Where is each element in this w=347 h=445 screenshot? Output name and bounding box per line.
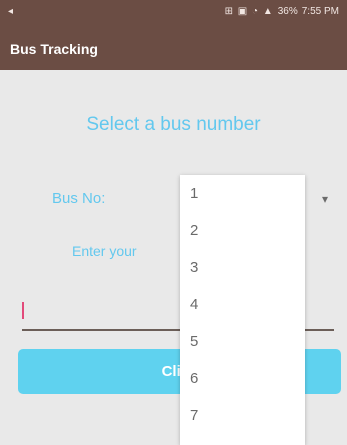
dropdown-option-6[interactable]: 6	[180, 360, 305, 397]
page-heading: Select a bus number	[86, 114, 261, 135]
status-icons: ⊞ ▣ ◔ ▲	[224, 6, 274, 17]
dropdown-option-7[interactable]: 7	[180, 397, 305, 434]
dropdown-option-2[interactable]: 2	[180, 212, 305, 249]
clock: 7:55 PM	[301, 6, 339, 17]
notification-icon: ◂	[8, 6, 14, 17]
dropdown-option-4[interactable]: 4	[180, 286, 305, 323]
bus-number-dropdown[interactable]: 1 2 3 4 5 6 7	[180, 175, 305, 445]
dropdown-option-1[interactable]: 1	[180, 175, 305, 212]
app-title: Bus Tracking	[10, 41, 98, 57]
app-bar: Bus Tracking	[0, 30, 347, 70]
bus-number-label: Bus No:	[52, 190, 106, 207]
battery-percent: 36%	[277, 6, 298, 17]
chevron-down-icon[interactable]: ▾	[322, 192, 328, 206]
dropdown-option-5[interactable]: 5	[180, 323, 305, 360]
enter-label: Enter your	[72, 243, 137, 259]
status-indicators: ⊞ ▣ ◔ ▲ 36% 7:55 PM	[225, 6, 339, 17]
status-bar: ◂ ⊞ ▣ ◔ ▲ 36% 7:55 PM	[0, 0, 347, 30]
dropdown-option-3[interactable]: 3	[180, 249, 305, 286]
text-cursor	[22, 302, 24, 319]
